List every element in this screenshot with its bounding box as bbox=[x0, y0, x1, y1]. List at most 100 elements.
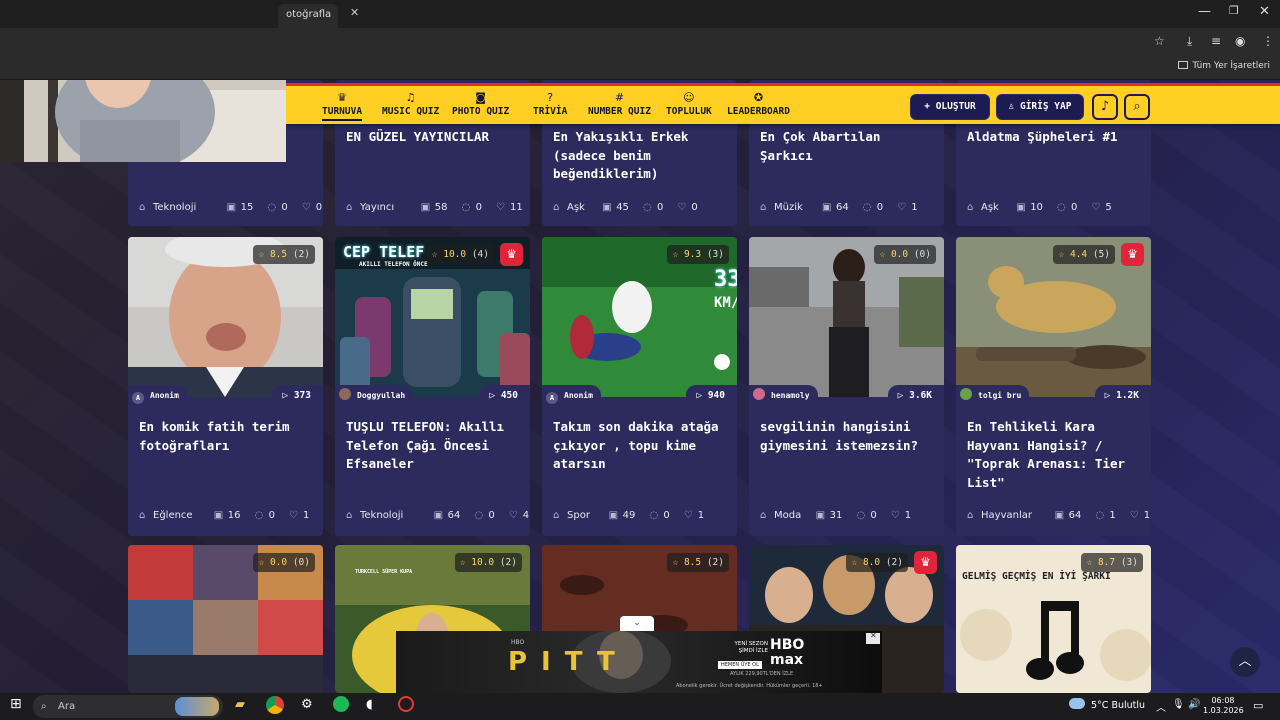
ad-disclaimer: Abonelik gerekir. Ücret değişkendir. Hük… bbox=[676, 683, 823, 689]
nav-turnuva[interactable]: ♛ TURNUVA bbox=[322, 92, 363, 121]
login-button[interactable]: ♙ GİRİŞ YAP bbox=[996, 94, 1084, 120]
quiz-card[interactable]: ☆ 0.0 (0) henamoly ▷ 3.6K sevgilinin hangis… bbox=[749, 237, 944, 536]
rating-value: 0.0 bbox=[269, 557, 293, 568]
category-label[interactable]: Aşk bbox=[981, 200, 999, 216]
category-label[interactable]: Müzik bbox=[774, 200, 803, 216]
quiz-title[interactable]: EN GÜZEL YAYINCILAR bbox=[346, 128, 524, 147]
category-label[interactable]: Yayıncı bbox=[360, 200, 394, 216]
quiz-title[interactable]: En Yakışıklı Erkek (sadece benim beğendi… bbox=[553, 128, 731, 184]
taskbar-clock[interactable]: 06:08 1.03.2026 bbox=[1203, 696, 1244, 716]
address-bar[interactable] bbox=[0, 28, 1280, 56]
notification-bell-icon[interactable]: ♪ bbox=[1092, 94, 1118, 120]
media-control-icon[interactable]: ≡ bbox=[1211, 34, 1221, 48]
avatar bbox=[753, 388, 765, 400]
play-count: ▷ 1.2K bbox=[1094, 385, 1151, 407]
speaker-icon[interactable]: 🔊 bbox=[1188, 699, 1200, 710]
quiz-card[interactable]: GELMİŞ GEÇMİŞ EN İYİ ŞARKI ☆ 8.7 (3) bbox=[956, 545, 1151, 693]
heart-icon: ♡ bbox=[1129, 510, 1139, 521]
nav-trivia[interactable]: ? TRİVİA bbox=[533, 92, 567, 118]
quiz-title[interactable]: Aldatma Şüpheleri #1 bbox=[967, 128, 1145, 147]
nav-photo-quiz[interactable]: ◙ PHOTO QUIZ bbox=[452, 92, 509, 118]
author-badge[interactable]: A Anonim bbox=[128, 385, 187, 407]
ad-cta-button[interactable]: HEMEN ÜYE OL bbox=[718, 661, 762, 669]
settings-gear-icon[interactable]: ⚙ bbox=[301, 697, 313, 712]
close-tab-icon[interactable]: ✕ bbox=[350, 6, 359, 19]
camera-icon: ◙ bbox=[475, 91, 486, 104]
create-button[interactable]: + OLUŞTUR bbox=[910, 94, 990, 120]
comment-count: 1 bbox=[1109, 510, 1116, 521]
profile-icon[interactable]: ◉ bbox=[1235, 34, 1245, 48]
author-name: henamoly bbox=[771, 391, 810, 400]
thumbnail-text: 33 bbox=[714, 267, 737, 292]
author-badge[interactable]: tolgi bru bbox=[956, 385, 1030, 407]
comment-count: 0 bbox=[488, 510, 495, 521]
quiz-card[interactable]: 33 KM/ ☆ 9.3 (3) A Anonim ▷ 940 Takım son daki… bbox=[542, 237, 737, 536]
nav-topluluk[interactable]: ☺ TOPLULUK bbox=[666, 92, 712, 118]
category-label[interactable]: Eğlence bbox=[153, 508, 193, 524]
spotify-icon[interactable] bbox=[333, 696, 349, 712]
quiz-title[interactable]: TUŞLU TELEFON: Akıllı Telefon Çağı Önces… bbox=[346, 418, 524, 474]
scroll-to-top-button[interactable]: ︿ bbox=[1230, 647, 1260, 677]
tag-icon: ⌂ bbox=[346, 510, 353, 521]
play-count-value: 450 bbox=[500, 390, 518, 401]
author-badge[interactable]: A Anonim bbox=[542, 385, 601, 407]
question-count: 45 bbox=[616, 202, 629, 213]
author-badge[interactable]: Doggyullah bbox=[335, 385, 414, 407]
file-explorer-icon[interactable]: ▰ bbox=[235, 697, 245, 712]
quiz-title[interactable]: En Tehlikeli Kara Hayvanı Hangisi? / "To… bbox=[967, 418, 1145, 492]
questions-icon: ▣ bbox=[1016, 202, 1026, 213]
hbo-max-ad-banner[interactable]: HBO PITT YENİ SEZON ŞİMDİ İZLE HBO max HE… bbox=[396, 629, 882, 693]
quiz-card[interactable]: ☆ 4.4 (5) ♛ tolgi bru ▷ 1.2K En Tehlikeli Ka… bbox=[956, 237, 1151, 536]
all-bookmarks[interactable]: Tüm Yer İşaretleri bbox=[1178, 61, 1270, 71]
microphone-icon[interactable]: 🎙 bbox=[1172, 699, 1185, 710]
category-label[interactable]: Teknoloji bbox=[153, 200, 196, 216]
category-label[interactable]: Teknoloji bbox=[360, 508, 403, 524]
quiz-title[interactable]: Takım son dakika atağa çıkıyor , topu ki… bbox=[553, 418, 731, 474]
ad-new-season: YENİ SEZON ŞİMDİ İZLE bbox=[730, 641, 769, 655]
like-count: 1 bbox=[911, 202, 918, 213]
restore-button[interactable]: ❐ bbox=[1229, 4, 1239, 17]
bookmark-star-icon[interactable]: ☆ bbox=[1154, 34, 1165, 48]
category-label[interactable]: Hayvanlar bbox=[981, 508, 1032, 524]
rating-badge: ☆ 10.0 (2) bbox=[454, 553, 522, 572]
app-icon[interactable]: ◖ bbox=[366, 697, 373, 712]
minimize-button[interactable]: — bbox=[1198, 4, 1211, 19]
ad-collapse-button[interactable]: ⌄ bbox=[620, 616, 654, 631]
recording-app-icon[interactable] bbox=[398, 696, 414, 712]
windows-start-icon[interactable]: ⊞ bbox=[10, 696, 22, 712]
close-window-button[interactable]: ✕ bbox=[1259, 4, 1270, 19]
nav-number-quiz[interactable]: # NUMBER QUIZ bbox=[588, 92, 651, 118]
quiz-title[interactable]: sevgilinin hangisini giymesini istemezsi… bbox=[760, 418, 938, 455]
quiz-card[interactable]: ☆ 8.5 (2) A Anonim ▷ 373 En komik fatih teri… bbox=[128, 237, 323, 536]
nav-leaderboard[interactable]: ✪ LEADERBOARD bbox=[727, 92, 790, 118]
star-icon: ☆ bbox=[459, 557, 472, 568]
menu-dots-icon[interactable]: ⋮ bbox=[1262, 34, 1274, 48]
heart-icon: ♡ bbox=[289, 510, 298, 521]
notifications-icon[interactable]: ▭ bbox=[1253, 699, 1263, 712]
ad-close-icon[interactable]: ✕ bbox=[870, 631, 877, 640]
heart-icon: ♡ bbox=[508, 510, 518, 521]
quiz-title[interactable]: En komik fatih terim fotoğrafları bbox=[139, 418, 317, 455]
quiz-card[interactable]: CEP TELEF AKILLI TELEFON ÖNCE ☆ 10.0 (4) ♛ D… bbox=[335, 237, 530, 536]
category-label[interactable]: Aşk bbox=[567, 200, 585, 216]
taskbar-search[interactable]: ⌕ Ara bbox=[33, 695, 223, 718]
browser-tab[interactable]: otoğrafla bbox=[278, 4, 338, 28]
download-icon[interactable]: ⤓ bbox=[1187, 34, 1192, 49]
comment-icon: ◌ bbox=[254, 510, 264, 521]
nav-music-quiz[interactable]: ♫ MUSIC QUIZ bbox=[382, 92, 439, 118]
taskbar-search-placeholder: Ara bbox=[58, 701, 76, 712]
comment-icon: ◌ bbox=[649, 510, 659, 521]
category-label[interactable]: Moda bbox=[774, 508, 801, 524]
avatar: A bbox=[132, 392, 144, 404]
tray-chevron-icon[interactable]: ︿ bbox=[1156, 699, 1166, 714]
user-icon: ♙ bbox=[1008, 101, 1020, 112]
category-label[interactable]: Spor bbox=[567, 508, 590, 524]
search-icon[interactable]: ⌕ bbox=[1124, 94, 1150, 120]
star-icon: ☆ bbox=[431, 249, 444, 260]
like-count: 0 bbox=[315, 202, 323, 213]
quiz-card[interactable]: ☆ 0.0 (0) bbox=[128, 545, 323, 693]
thumbnail-text: TURKCELL SÜPER KUPA bbox=[355, 569, 413, 575]
quiz-title[interactable]: En Çok Abartılan Şarkıcı bbox=[760, 128, 938, 165]
author-badge[interactable]: henamoly bbox=[749, 385, 818, 407]
chrome-icon[interactable] bbox=[266, 696, 284, 714]
